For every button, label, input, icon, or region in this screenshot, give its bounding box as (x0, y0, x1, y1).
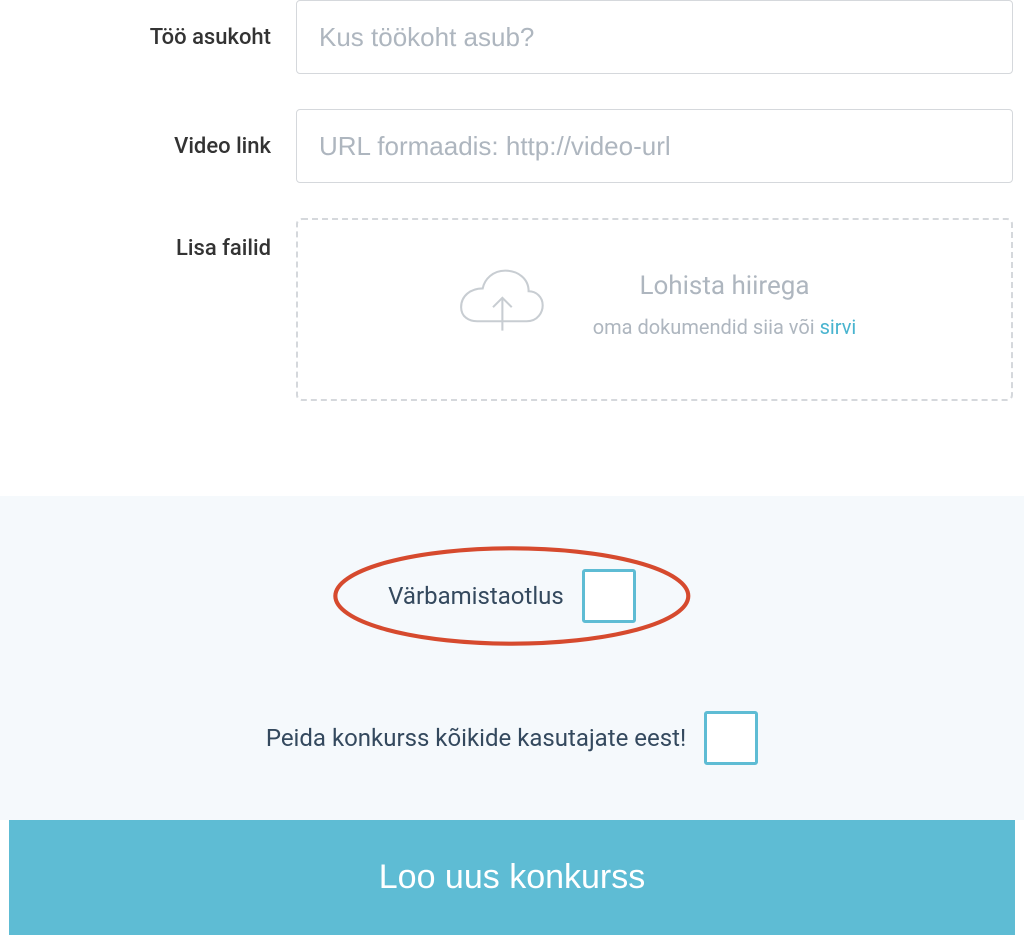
checkbox-hide-competition[interactable] (704, 711, 758, 765)
input-location[interactable] (296, 0, 1013, 74)
row-video: Video link (11, 109, 1013, 183)
cloud-upload-icon (453, 265, 548, 344)
dropzone-sub-prefix: oma dokumendid siia või (593, 315, 820, 339)
input-video-link[interactable] (296, 109, 1013, 183)
row-hide-competition: Peida konkurss kõikide kasutajate eest! (0, 711, 1024, 765)
dropzone-title: Lohista hiirega (593, 271, 857, 301)
highlight-annotation: Värbamistaotlus (328, 541, 696, 651)
checkbox-recruitment-request[interactable] (582, 569, 636, 623)
row-files: Lisa failid Lohista hiirega oma dokumend… (11, 218, 1013, 401)
label-video: Video link (11, 134, 296, 159)
browse-link[interactable]: sirvi (820, 315, 857, 339)
label-hide-competition: Peida konkurss kõikide kasutajate eest! (266, 724, 686, 752)
create-competition-button[interactable]: Loo uus konkurss (9, 820, 1015, 935)
row-location: Töö asukoht (11, 0, 1013, 74)
file-dropzone[interactable]: Lohista hiirega oma dokumendid siia või … (296, 218, 1013, 401)
lower-options-section: Värbamistaotlus Peida konkurss kõikide k… (0, 496, 1024, 820)
dropzone-subtitle: oma dokumendid siia või sirvi (593, 315, 857, 339)
row-recruitment-request: Värbamistaotlus (0, 541, 1024, 651)
label-files: Lisa failid (11, 218, 296, 261)
dropzone-text: Lohista hiirega oma dokumendid siia või … (593, 271, 857, 339)
upper-form-section: Töö asukoht Video link Lisa failid Lohis… (0, 0, 1024, 496)
label-recruitment-request: Värbamistaotlus (388, 582, 564, 610)
label-location: Töö asukoht (11, 25, 296, 50)
